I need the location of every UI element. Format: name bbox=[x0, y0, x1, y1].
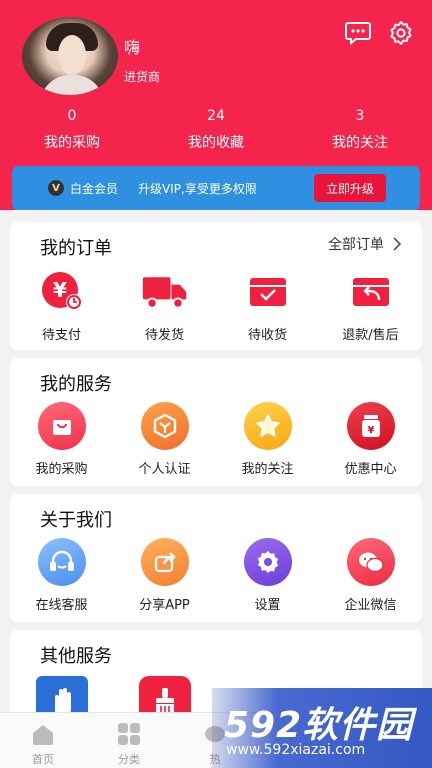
tab-label: 分类 bbox=[118, 753, 140, 766]
grid-icon bbox=[118, 723, 140, 745]
gear-icon[interactable] bbox=[387, 20, 415, 46]
stat-count: 3 bbox=[355, 108, 365, 124]
orders-card: 我的订单 全部订单 ¥ 待支付 待发货 待收货 退款/售后 bbox=[10, 222, 422, 350]
user-name: 嗨 bbox=[124, 38, 141, 57]
service-label: 个人认证 bbox=[138, 462, 191, 477]
service-coupons[interactable]: ¥ 优惠中心 bbox=[319, 402, 422, 477]
svg-text:¥: ¥ bbox=[53, 278, 67, 302]
shopping-bag-icon bbox=[37, 402, 86, 450]
stat-label: 我的关注 bbox=[332, 135, 388, 151]
all-orders-link[interactable]: 全部订单 bbox=[328, 234, 402, 254]
about-label: 设置 bbox=[254, 598, 281, 613]
chevron-right-icon bbox=[393, 237, 402, 251]
service-verification[interactable]: 个人认证 bbox=[113, 402, 216, 477]
orders-title: 我的订单 bbox=[40, 238, 112, 259]
headset-icon bbox=[37, 538, 86, 586]
vip-badge-icon: V bbox=[48, 180, 64, 196]
stat-label: 我的采购 bbox=[44, 135, 100, 151]
about-label: 在线客服 bbox=[35, 598, 88, 613]
about-title: 关于我们 bbox=[40, 510, 112, 531]
stat-following[interactable]: 3 我的关注 bbox=[300, 108, 420, 152]
watermark-logo-text: 592软件园 bbox=[224, 705, 414, 746]
home-icon bbox=[33, 725, 53, 745]
vip-banner[interactable]: V 白金会员 升级VIP,享受更多权限 立即升级 bbox=[12, 166, 420, 210]
star-icon bbox=[243, 402, 292, 450]
service-label: 我的采购 bbox=[35, 462, 88, 477]
upgrade-button[interactable]: 立即升级 bbox=[314, 174, 386, 202]
stat-count: 24 bbox=[207, 108, 225, 124]
about-customer-service[interactable]: 在线客服 bbox=[10, 538, 113, 613]
verify-cube-icon bbox=[140, 402, 189, 450]
order-label: 待支付 bbox=[41, 328, 81, 343]
order-to-receive[interactable]: 待收货 bbox=[216, 268, 319, 343]
vip-title: 白金会员 bbox=[70, 181, 119, 196]
order-label: 退款/售后 bbox=[342, 328, 399, 343]
service-label: 优惠中心 bbox=[344, 462, 397, 477]
stat-favorites[interactable]: 24 我的收藏 bbox=[156, 108, 276, 152]
site-watermark: 592软件园 www.592xiazai.com bbox=[212, 688, 432, 768]
order-refund[interactable]: 退款/售后 bbox=[319, 268, 422, 343]
tab-label: 首页 bbox=[32, 753, 54, 766]
wechat-icon bbox=[346, 538, 395, 586]
order-pending-payment[interactable]: ¥ 待支付 bbox=[10, 268, 113, 343]
watermark-url: www.592xiazai.com bbox=[226, 742, 366, 758]
user-role: 进货商 bbox=[124, 70, 161, 84]
stat-purchases[interactable]: 0 我的采购 bbox=[12, 108, 132, 152]
all-orders-label: 全部订单 bbox=[328, 237, 384, 253]
services-title: 我的服务 bbox=[40, 374, 112, 395]
chat-bubble-icon[interactable] bbox=[344, 20, 372, 46]
stat-count: 0 bbox=[67, 108, 77, 124]
tab-category[interactable]: 分类 bbox=[86, 713, 172, 768]
about-settings[interactable]: 设置 bbox=[216, 538, 319, 613]
other-services-title: 其他服务 bbox=[40, 646, 112, 667]
order-label: 待收货 bbox=[247, 328, 287, 343]
svg-text:¥: ¥ bbox=[367, 425, 374, 436]
tab-home[interactable]: 首页 bbox=[0, 713, 86, 768]
services-card: 我的服务 我的采购 个人认证 我的关注 ¥ 优惠中心 bbox=[10, 358, 422, 486]
settings-gear-icon bbox=[243, 538, 292, 586]
refund-return-icon bbox=[352, 278, 389, 306]
about-label: 分享APP bbox=[139, 598, 190, 613]
service-label: 我的关注 bbox=[241, 462, 294, 477]
pending-payment-icon: ¥ bbox=[41, 272, 82, 310]
vip-description: 升级VIP,享受更多权限 bbox=[138, 181, 257, 196]
about-wechat-work[interactable]: 企业微信 bbox=[319, 538, 422, 613]
delivery-truck-icon bbox=[142, 277, 186, 309]
about-card: 关于我们 在线客服 分享APP 设置 企业微信 bbox=[10, 494, 422, 622]
avatar[interactable] bbox=[22, 17, 118, 95]
order-label: 待发货 bbox=[144, 328, 184, 343]
inbox-receive-icon bbox=[249, 278, 286, 306]
about-label: 企业微信 bbox=[344, 598, 397, 613]
coupon-jar-icon: ¥ bbox=[346, 402, 395, 450]
service-following[interactable]: 我的关注 bbox=[216, 402, 319, 477]
stat-label: 我的收藏 bbox=[188, 135, 244, 151]
service-my-purchases[interactable]: 我的采购 bbox=[10, 402, 113, 477]
share-icon bbox=[140, 538, 189, 586]
about-share-app[interactable]: 分享APP bbox=[113, 538, 216, 613]
order-to-ship[interactable]: 待发货 bbox=[113, 268, 216, 343]
